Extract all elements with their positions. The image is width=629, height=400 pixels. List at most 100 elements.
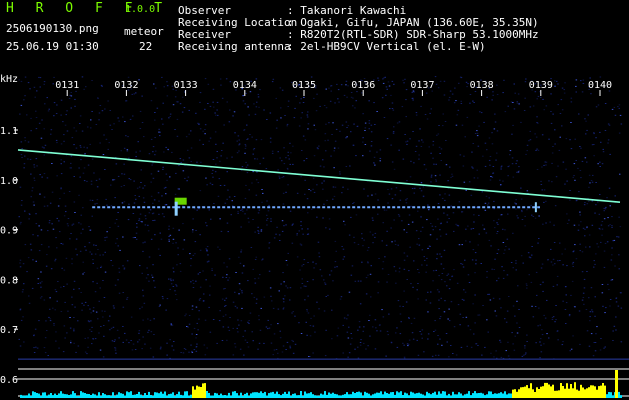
noise-dot: [122, 236, 124, 238]
noise-dot: [548, 337, 550, 339]
signal-bar: [50, 393, 52, 398]
noise-dot: [55, 237, 57, 239]
noise-dot: [529, 139, 532, 141]
noise-dot: [611, 279, 614, 281]
noise-dot: [407, 223, 410, 225]
noise-dot: [38, 225, 40, 227]
noise-dot: [404, 78, 406, 80]
noise-dot: [151, 274, 153, 276]
noise-dot: [20, 319, 23, 321]
noise-dot: [33, 166, 36, 168]
signal-bar: [78, 395, 80, 398]
noise-dot: [611, 108, 614, 110]
noise-dot: [496, 231, 499, 232]
noise-dot: [535, 271, 538, 273]
noise-dot: [554, 205, 557, 207]
signal-bar: [474, 391, 476, 398]
noise-dot: [310, 76, 313, 78]
noise-dot: [248, 114, 250, 116]
noise-dot: [525, 153, 527, 155]
noise-dot: [158, 306, 161, 307]
noise-dot: [406, 343, 409, 345]
noise-dot: [131, 93, 133, 95]
noise-dot: [159, 254, 161, 256]
noise-dot: [620, 292, 622, 294]
noise-dot: [245, 92, 247, 94]
noise-dot: [461, 124, 464, 126]
noise-dot: [347, 356, 349, 358]
x-tick-label: 0131: [55, 80, 79, 91]
noise-dot: [93, 244, 95, 246]
noise-dot: [424, 259, 426, 261]
noise-dot: [325, 88, 327, 90]
noise-dot: [379, 157, 382, 159]
noise-dot: [581, 299, 584, 301]
noise-dot: [118, 271, 121, 273]
noise-dot: [315, 110, 318, 112]
noise-dot: [109, 329, 111, 331]
signal-bar: [32, 391, 34, 398]
noise-dot: [172, 279, 174, 281]
noise-dot: [552, 146, 554, 147]
noise-dot: [80, 146, 82, 148]
noise-dot: [193, 349, 196, 351]
noise-dot: [412, 97, 414, 99]
noise-dot: [582, 292, 585, 294]
noise-dot: [70, 233, 72, 234]
noise-dot: [254, 259, 257, 260]
signal-bar: [390, 392, 392, 398]
noise-dot: [229, 81, 232, 83]
noise-dot: [113, 307, 115, 309]
noise-dot: [548, 138, 550, 140]
noise-dot: [368, 320, 370, 321]
noise-dot: [601, 234, 603, 236]
noise-dot: [437, 335, 439, 336]
noise-dot: [442, 125, 444, 127]
noise-dot: [435, 269, 437, 271]
noise-dot: [182, 96, 184, 98]
noise-dot: [187, 326, 189, 328]
noise-dot: [501, 165, 503, 167]
noise-dot: [202, 130, 204, 132]
noise-dot: [360, 339, 362, 341]
noise-dot: [574, 138, 576, 140]
noise-dot: [607, 217, 609, 219]
noise-dot: [152, 146, 155, 148]
noise-dot: [157, 192, 160, 194]
noise-dot: [341, 246, 343, 247]
noise-dot: [78, 194, 80, 196]
noise-dot: [301, 228, 303, 230]
y-tick-label: 0.9: [0, 226, 18, 237]
noise-dot: [594, 315, 596, 317]
noise-dot: [307, 212, 309, 214]
noise-dot: [345, 137, 347, 139]
signal-bar: [252, 392, 254, 398]
noise-dot: [609, 153, 611, 155]
noise-dot: [126, 260, 129, 262]
noise-dot: [178, 229, 180, 231]
noise-dot: [557, 260, 559, 262]
noise-dot: [593, 133, 595, 135]
noise-dot: [258, 319, 260, 321]
noise-dot: [406, 180, 408, 182]
signal-bar: [86, 393, 88, 398]
noise-dot: [279, 240, 281, 241]
noise-dot: [445, 140, 447, 141]
noise-dot: [80, 232, 82, 234]
noise-dot: [268, 270, 271, 272]
noise-dot: [411, 332, 414, 334]
noise-dot: [90, 119, 92, 121]
noise-dot: [50, 133, 52, 135]
noise-dot: [408, 317, 410, 319]
noise-layer: [18, 76, 623, 360]
signal-bar: [592, 385, 594, 398]
noise-dot: [430, 152, 432, 154]
noise-dot: [532, 316, 535, 318]
noise-dot: [461, 244, 463, 246]
noise-dot: [20, 141, 23, 143]
noise-dot: [333, 167, 335, 169]
noise-dot: [352, 97, 354, 99]
noise-dot: [107, 320, 110, 322]
noise-dot: [34, 328, 37, 330]
noise-dot: [486, 276, 488, 278]
